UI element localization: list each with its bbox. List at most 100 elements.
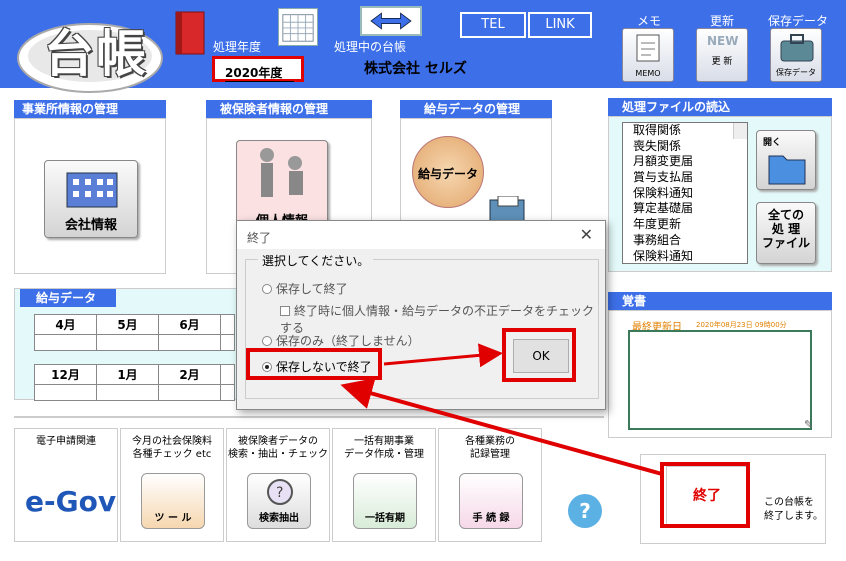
tool-icon-label: 検索抽出 xyxy=(259,513,299,524)
year-label: 処理年度 xyxy=(213,40,262,54)
tool-title: 被保険者データの 検索・抽出・チェック xyxy=(228,436,328,460)
radio-icon xyxy=(262,336,272,346)
option-save-only-label: 保存のみ（終了しません） xyxy=(276,334,420,348)
highlight-end xyxy=(660,462,750,528)
tool-record[interactable]: 各種業務の 記録管理 手 続 録 xyxy=(438,428,542,542)
salary-data-button[interactable]: 給与データ xyxy=(412,136,484,208)
close-icon[interactable]: ✕ xyxy=(580,225,593,244)
egov-logo: e-Gov xyxy=(25,485,117,518)
year-selector[interactable]: 2020年度 xyxy=(212,56,304,82)
all-files-button[interactable]: 全ての 処 理 ファイル xyxy=(756,202,816,264)
open-label: 開く xyxy=(763,138,782,148)
update-button[interactable]: NEW 更 新 xyxy=(696,28,748,82)
salary-grid-title: 給与データ xyxy=(20,289,116,307)
current-ledger-label: 処理中の台帳 xyxy=(334,40,407,54)
insured-section-title: 被保険者情報の管理 xyxy=(206,100,372,118)
shovel-icon: 一括有期 xyxy=(353,473,417,529)
highlight-ok xyxy=(502,328,576,382)
file-list-item[interactable]: 算定基礎届 xyxy=(623,201,747,217)
salary-data-label: 給与データ xyxy=(417,167,478,181)
end-description: この台帳を 終了します。 xyxy=(764,497,823,522)
memo-icon-caption: MEMO xyxy=(635,69,661,78)
tool-bulk[interactable]: 一括有期事業 データ作成・管理 一括有期 xyxy=(332,428,436,542)
salary-grid-row2: 12月 1月 2月 xyxy=(34,364,235,401)
svg-text:?: ? xyxy=(276,485,283,501)
save-icon-caption: 保存データ xyxy=(776,68,816,77)
link-button[interactable]: LINK xyxy=(528,12,592,38)
tool-icon-label: ツ ー ル xyxy=(154,513,192,524)
logo-text: 台帳 xyxy=(44,24,148,83)
file-list-item[interactable]: 事務組合 xyxy=(623,233,747,249)
month-cell[interactable] xyxy=(220,314,235,335)
office-section-title: 事業所情報の管理 xyxy=(14,100,166,118)
file-list-item[interactable]: 月額変更届 xyxy=(623,154,747,170)
tool-icon-label: 手 続 録 xyxy=(472,513,510,524)
calendar-icon[interactable] xyxy=(278,8,318,46)
month-cell[interactable] xyxy=(220,364,235,385)
eraser-icon[interactable]: ✎ xyxy=(804,418,813,431)
tool-search[interactable]: 被保険者データの 検索・抽出・チェック ? 検索抽出 xyxy=(226,428,330,542)
file-listbox[interactable]: 取得関係 喪失関係 月額変更届 賞与支払届 保険料通知 算定基礎届 年度更新 事… xyxy=(622,122,748,264)
app-logo: 台帳 xyxy=(14,10,166,100)
last-updated-value: 2020年08月23日 09時00分 xyxy=(696,321,787,329)
save-data-label: 保存データ xyxy=(768,14,829,28)
month-cell[interactable]: 2月 xyxy=(158,364,221,385)
building-icon xyxy=(66,172,118,208)
divider xyxy=(14,416,604,418)
tool-title: 一括有期事業 データ作成・管理 xyxy=(344,436,424,460)
dialog-prompt: 選択してください。 xyxy=(258,252,374,269)
file-list-item[interactable]: 保険料通知 xyxy=(623,186,747,202)
update-icon-caption: 更 新 xyxy=(711,57,733,67)
tool-title: 今月の社会保険料 各種チェック etc xyxy=(132,436,212,460)
file-list-item[interactable]: 喪失関係 xyxy=(623,139,747,155)
dialog-title: 終了 xyxy=(237,221,605,249)
salary-grid-row1: 4月 5月 6月 xyxy=(34,314,235,351)
svg-text:NEW: NEW xyxy=(707,34,738,48)
save-data-button[interactable]: 保存データ xyxy=(770,28,822,82)
option-save-exit[interactable]: 保存して終了 xyxy=(262,280,348,297)
tool-egov[interactable]: 電子申請関連 e-Gov xyxy=(14,428,118,542)
file-list-item[interactable]: 取得関係 xyxy=(623,123,747,139)
toolbox-icon xyxy=(780,34,814,62)
month-cell[interactable]: 1月 xyxy=(96,364,159,385)
personal-info-button[interactable]: 個人情報 xyxy=(236,140,328,229)
help-icon[interactable]: ? xyxy=(568,494,602,528)
tool-check[interactable]: 今月の社会保険料 各種チェック etc ツ ー ル xyxy=(120,428,224,542)
tool-title: 電子申請関連 xyxy=(36,436,96,447)
month-cell[interactable]: 5月 xyxy=(96,314,159,335)
tools-icon: ツ ー ル xyxy=(141,473,205,529)
month-cell[interactable]: 6月 xyxy=(158,314,221,335)
option-save-exit-label: 保存して終了 xyxy=(276,282,348,296)
ledger-switch-icon[interactable] xyxy=(360,6,422,36)
tel-button[interactable]: TEL xyxy=(460,12,526,38)
file-list-item[interactable]: 賞与支払届 xyxy=(623,170,747,186)
open-file-button[interactable]: 開く xyxy=(756,130,816,190)
company-info-button[interactable]: 会社情報 xyxy=(44,160,138,238)
salary-section-title: 給与データの管理 xyxy=(400,100,552,118)
tool-title: 各種業務の 記録管理 xyxy=(465,436,515,460)
month-cell[interactable]: 12月 xyxy=(34,364,97,385)
people-icon xyxy=(260,148,303,197)
file-list-item[interactable]: 年度更新 xyxy=(623,217,747,233)
files-section-title: 処理ファイルの読込 xyxy=(608,98,832,116)
book-icon xyxy=(175,11,205,55)
folder-icon xyxy=(768,155,806,185)
file-list-scrollbar[interactable] xyxy=(733,123,747,139)
year-value: 2020年度 xyxy=(225,64,295,82)
memo-icon xyxy=(636,34,660,62)
memo-label: メモ xyxy=(637,14,662,28)
radio-icon xyxy=(262,284,272,294)
file-list-item[interactable]: 保険料通知 xyxy=(623,249,747,265)
magnifier-icon: ? 検索抽出 xyxy=(247,473,311,529)
highlight-exit-no-save xyxy=(246,348,382,380)
option-save-only[interactable]: 保存のみ（終了しません） xyxy=(262,332,420,349)
memo-section-title: 覚書 xyxy=(608,292,832,310)
memo-button[interactable]: MEMO xyxy=(622,28,674,82)
memo-textarea[interactable] xyxy=(628,330,812,430)
notebook-icon: 手 続 録 xyxy=(459,473,523,529)
month-cell[interactable]: 4月 xyxy=(34,314,97,335)
tool-icon-label: 一括有期 xyxy=(365,513,405,524)
update-label: 更新 xyxy=(710,14,735,28)
company-name: 株式会社 セルズ xyxy=(364,61,467,77)
company-info-label: 会社情報 xyxy=(64,218,117,233)
